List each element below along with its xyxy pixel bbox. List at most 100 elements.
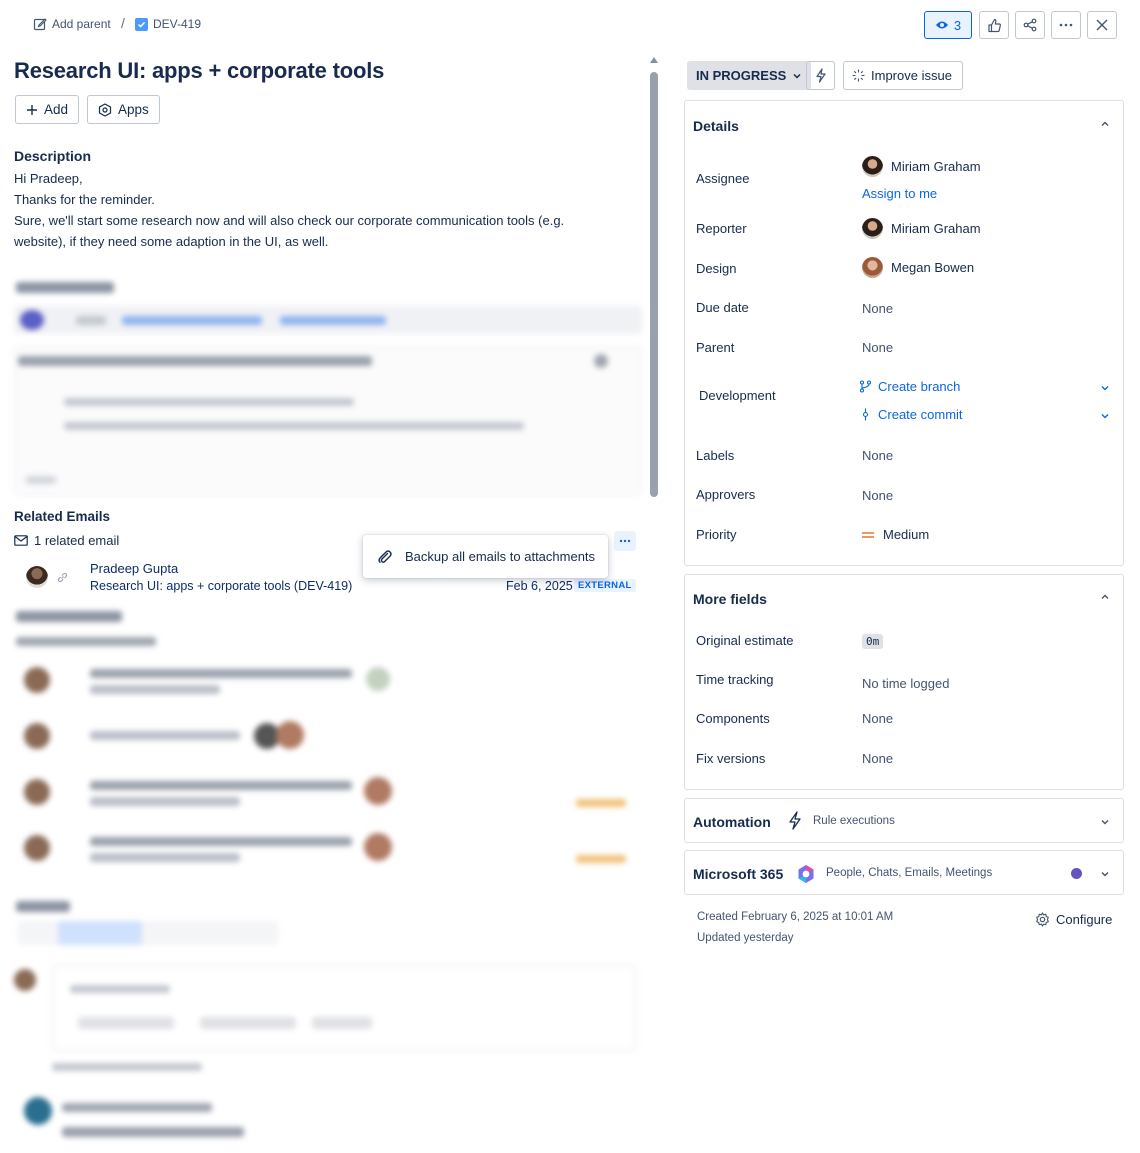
- add-parent-link[interactable]: Add parent: [33, 17, 111, 31]
- branch-icon: [859, 380, 872, 393]
- chevron-down-icon[interactable]: [1099, 410, 1111, 422]
- created-timestamp: Created February 6, 2025 at 10:01 AM: [697, 911, 894, 923]
- close-button[interactable]: [1087, 11, 1117, 39]
- assignee-name: Miriam Graham: [891, 159, 981, 174]
- create-commit-link[interactable]: Create commit: [859, 407, 963, 422]
- details-panel: Details Assignee Miriam Graham Assign to…: [684, 100, 1124, 566]
- components-value[interactable]: None: [862, 711, 893, 726]
- fix-versions-label: Fix versions: [696, 751, 766, 766]
- watchers-count: 3: [953, 17, 962, 33]
- original-estimate-value[interactable]: 0m: [862, 634, 884, 649]
- apps-label: Apps: [118, 102, 149, 117]
- task-type-icon: [135, 17, 148, 31]
- share-button[interactable]: [1015, 11, 1045, 39]
- configure-label: Configure: [1056, 912, 1113, 927]
- microsoft-365-logo-icon: [798, 865, 814, 883]
- assignee-label: Assignee: [696, 171, 750, 186]
- more-horizontal-icon: [619, 539, 631, 543]
- status-label: IN PROGRESS: [696, 68, 787, 83]
- status-dropdown[interactable]: IN PROGRESS: [687, 61, 812, 90]
- create-branch-label: Create branch: [878, 379, 961, 394]
- assign-to-me-link[interactable]: Assign to me: [862, 186, 937, 201]
- chevron-down-icon[interactable]: [1099, 382, 1111, 394]
- labels-value[interactable]: None: [862, 448, 893, 463]
- design-name: Megan Bowen: [891, 260, 975, 275]
- add-button[interactable]: Add: [15, 95, 80, 124]
- paperclip-icon: [378, 549, 392, 563]
- watch-button[interactable]: 3: [924, 11, 972, 39]
- blurred-meetings-section: [14, 605, 644, 895]
- original-estimate-label: Original estimate: [696, 633, 794, 648]
- design-value[interactable]: Megan Bowen: [862, 257, 974, 278]
- external-badge: EXTERNAL: [574, 579, 636, 592]
- link-icon: [57, 572, 68, 586]
- like-button[interactable]: [979, 11, 1009, 39]
- issue-key-link[interactable]: DEV-419: [135, 17, 201, 31]
- microsoft-365-sub: People, Chats, Emails, Meetings: [826, 867, 993, 879]
- email-sender: Pradeep Gupta: [90, 561, 179, 576]
- share-icon: [1023, 18, 1037, 32]
- gear-icon: [1036, 912, 1049, 927]
- thumbs-up-icon: [987, 18, 1001, 32]
- related-emails-more-button[interactable]: [614, 531, 636, 551]
- blurred-teams-section: [14, 270, 644, 500]
- mail-icon: [14, 535, 28, 546]
- email-date: Feb 6, 2025: [506, 579, 573, 593]
- scroll-up-arrow[interactable]: [650, 57, 658, 63]
- email-subject: Research UI: apps + corporate tools (DEV…: [90, 579, 353, 593]
- more-actions-button[interactable]: [1051, 11, 1081, 39]
- edit-icon: [33, 18, 47, 31]
- priority-name: Medium: [883, 527, 930, 542]
- sender-avatar: [26, 566, 48, 588]
- chevron-down-icon[interactable]: [1099, 816, 1111, 828]
- eye-icon: [935, 21, 948, 29]
- assignee-value[interactable]: Miriam Graham: [862, 156, 981, 177]
- priority-value[interactable]: Medium: [862, 527, 929, 542]
- issue-main-column: Research UI: apps + corporate tools Add …: [0, 50, 660, 1153]
- chevron-down-icon[interactable]: [1099, 868, 1111, 880]
- automation-panel[interactable]: Automation Rule executions: [684, 798, 1124, 843]
- chevron-up-icon[interactable]: [1099, 591, 1111, 603]
- description-line: Sure, we'll start some research now and …: [14, 213, 565, 249]
- create-branch-link[interactable]: Create branch: [859, 379, 960, 394]
- components-label: Components: [696, 711, 770, 726]
- apps-button[interactable]: Apps: [87, 95, 160, 124]
- lightning-icon: [815, 68, 826, 83]
- configure-button[interactable]: Configure: [1035, 912, 1112, 927]
- chevron-down-icon: [793, 73, 801, 79]
- related-email-count[interactable]: 1 related email: [14, 533, 119, 548]
- apps-icon: [98, 102, 112, 117]
- backup-emails-menu-item[interactable]: Backup all emails to attachments: [363, 535, 608, 578]
- labels-label: Labels: [696, 448, 735, 463]
- top-bar: Add parent / DEV-419 3: [0, 0, 1140, 50]
- approvers-label: Approvers: [696, 487, 756, 502]
- estimate-lozenge: 0m: [862, 634, 884, 649]
- automation-button[interactable]: [806, 61, 835, 90]
- related-emails-heading: Related Emails: [14, 509, 111, 524]
- reporter-label: Reporter: [696, 221, 747, 236]
- reporter-value[interactable]: Miriam Graham: [862, 218, 981, 239]
- automation-heading: Automation: [693, 814, 771, 830]
- automation-sub: Rule executions: [813, 815, 895, 827]
- microsoft-365-heading: Microsoft 365: [693, 866, 784, 882]
- description-line: Hi Pradeep,: [14, 171, 83, 186]
- chevron-up-icon[interactable]: [1099, 118, 1111, 130]
- scrollbar-thumb[interactable]: [650, 72, 658, 497]
- microsoft-365-panel[interactable]: Microsoft 365 People, Chats, Emails, Mee…: [684, 850, 1124, 895]
- priority-medium-icon: [862, 531, 874, 538]
- details-heading[interactable]: Details: [693, 118, 739, 134]
- time-tracking-label: Time tracking: [696, 672, 774, 687]
- avatar: [862, 257, 883, 278]
- time-tracking-value[interactable]: No time logged: [862, 676, 949, 691]
- due-date-label: Due date: [696, 300, 749, 315]
- fix-versions-value[interactable]: None: [862, 751, 893, 766]
- issue-title[interactable]: Research UI: apps + corporate tools: [14, 58, 384, 84]
- description-body[interactable]: Hi Pradeep, Thanks for the reminder. Sur…: [14, 168, 614, 252]
- due-date-value[interactable]: None: [862, 301, 893, 316]
- parent-value[interactable]: None: [862, 340, 893, 355]
- commit-icon: [862, 408, 869, 421]
- improve-issue-button[interactable]: Improve issue: [843, 61, 963, 90]
- more-fields-heading[interactable]: More fields: [693, 591, 767, 607]
- approvers-value[interactable]: None: [862, 488, 893, 503]
- more-horizontal-icon: [1059, 23, 1073, 27]
